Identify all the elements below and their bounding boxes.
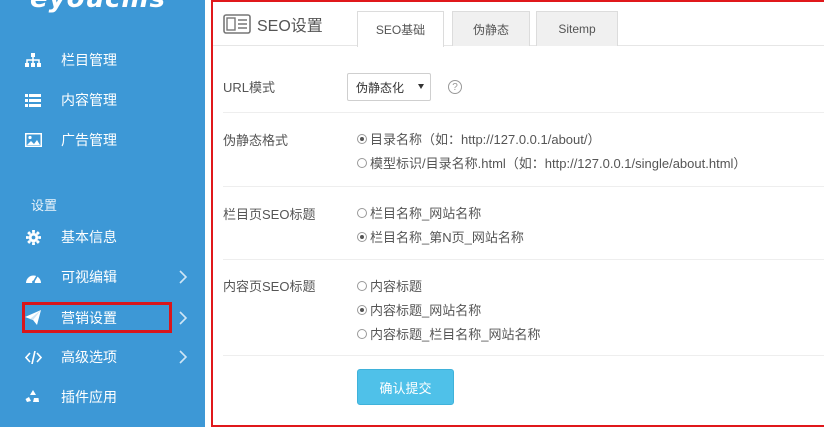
sidebar-item-basic-info[interactable]: 基本信息 [22, 221, 172, 253]
logo: eyoucms [30, 0, 166, 14]
sidebar-item-label: 广告管理 [61, 132, 117, 148]
sidebar-item-label: 栏目管理 [61, 52, 117, 68]
tab-seo-basic[interactable]: SEO基础 [357, 11, 444, 47]
main-panel: SEO设置 SEO基础 伪静态 Sitemp URL模式 伪静态化 ? 伪静态格… [211, 0, 824, 427]
sidebar-item-marketing-settings[interactable]: 营销设置 [22, 302, 188, 333]
submit-button[interactable]: 确认提交 [357, 369, 454, 405]
radio-button[interactable] [357, 328, 367, 339]
sidebar-item-label: 基本信息 [61, 229, 117, 245]
paper-plane-icon [22, 309, 44, 327]
radio-button[interactable] [357, 304, 367, 315]
tab-rewrite[interactable]: 伪静态 [452, 11, 530, 46]
sidebar-item-plugins[interactable]: 插件应用 [22, 381, 172, 413]
id-card-icon [223, 14, 251, 34]
radio-button[interactable] [357, 207, 367, 218]
sidebar-item-label: 插件应用 [61, 389, 117, 405]
column-seo-title-label: 栏目页SEO标题 [223, 207, 316, 222]
sidebar-item-label: 高级选项 [61, 349, 117, 365]
rewrite-format-option-1[interactable]: 目录名称（如：http://127.0.0.1/about/） [357, 129, 601, 148]
tab-sitemap[interactable]: Sitemp [536, 11, 618, 46]
sidebar-item-column-management[interactable]: 栏目管理 [22, 44, 172, 76]
content-seo-title-option-3[interactable]: 内容标题_栏目名称_网站名称 [357, 324, 540, 343]
sidebar-item-label: 营销设置 [61, 309, 117, 326]
chevron-right-icon [178, 269, 188, 285]
page-title-text: SEO设置 [257, 18, 323, 35]
form-row-column-seo-title: 栏目页SEO标题 栏目名称_网站名称 栏目名称_第N页_网站名称 [223, 187, 824, 260]
form-row-rewrite-format: 伪静态格式 目录名称（如：http://127.0.0.1/about/） 模型… [223, 113, 824, 187]
sidebar-item-label: 内容管理 [61, 92, 117, 108]
sidebar-item-ad-management[interactable]: 广告管理 [22, 124, 172, 156]
panel-header: SEO设置 SEO基础 伪静态 Sitemp [213, 2, 824, 47]
url-mode-select[interactable]: 伪静态化 [347, 73, 431, 101]
content-seo-title-option-2[interactable]: 内容标题_网站名称 [357, 300, 481, 319]
sitemap-icon [22, 51, 44, 69]
radio-button[interactable] [357, 133, 367, 144]
help-icon[interactable]: ? [448, 80, 462, 94]
gear-icon [22, 228, 44, 246]
sidebar-item-label: 可视编辑 [61, 269, 117, 285]
url-mode-value: 伪静态化 [356, 80, 405, 95]
list-icon [22, 91, 44, 109]
rewrite-format-label: 伪静态格式 [223, 133, 289, 148]
form-row-content-seo-title: 内容页SEO标题 内容标题 内容标题_网站名称 内容标题_栏目名称_网站名称 [223, 260, 824, 356]
radio-button[interactable] [357, 280, 367, 291]
dashboard-icon [22, 268, 44, 286]
sidebar-item-advanced-options[interactable]: 高级选项 [22, 341, 188, 373]
settings-section-label: 设置 [31, 198, 58, 213]
sidebar-item-content-management[interactable]: 内容管理 [22, 84, 172, 116]
recycle-icon [22, 388, 44, 406]
page-title: SEO设置 [223, 12, 323, 36]
chevron-right-icon [178, 310, 188, 326]
caret-down-icon [418, 84, 424, 89]
form-row-url-mode: URL模式 [223, 47, 824, 113]
chevron-right-icon [178, 349, 188, 365]
image-icon [22, 131, 44, 149]
rewrite-format-option-2[interactable]: 模型标识/目录名称.html（如：http://127.0.0.1/single… [357, 153, 746, 172]
code-icon [22, 348, 44, 366]
radio-button[interactable] [357, 231, 367, 242]
sidebar: eyoucms 栏目管理 内容管理 广告管理 设置 基本信息 可视编辑 [0, 0, 205, 427]
url-mode-label: URL模式 [223, 80, 276, 95]
sidebar-item-visual-edit[interactable]: 可视编辑 [22, 261, 188, 293]
column-seo-title-option-1[interactable]: 栏目名称_网站名称 [357, 203, 481, 222]
column-seo-title-option-2[interactable]: 栏目名称_第N页_网站名称 [357, 227, 524, 246]
radio-button[interactable] [357, 157, 367, 168]
content-seo-title-option-1[interactable]: 内容标题 [357, 276, 422, 295]
content-seo-title-label: 内容页SEO标题 [223, 279, 316, 294]
